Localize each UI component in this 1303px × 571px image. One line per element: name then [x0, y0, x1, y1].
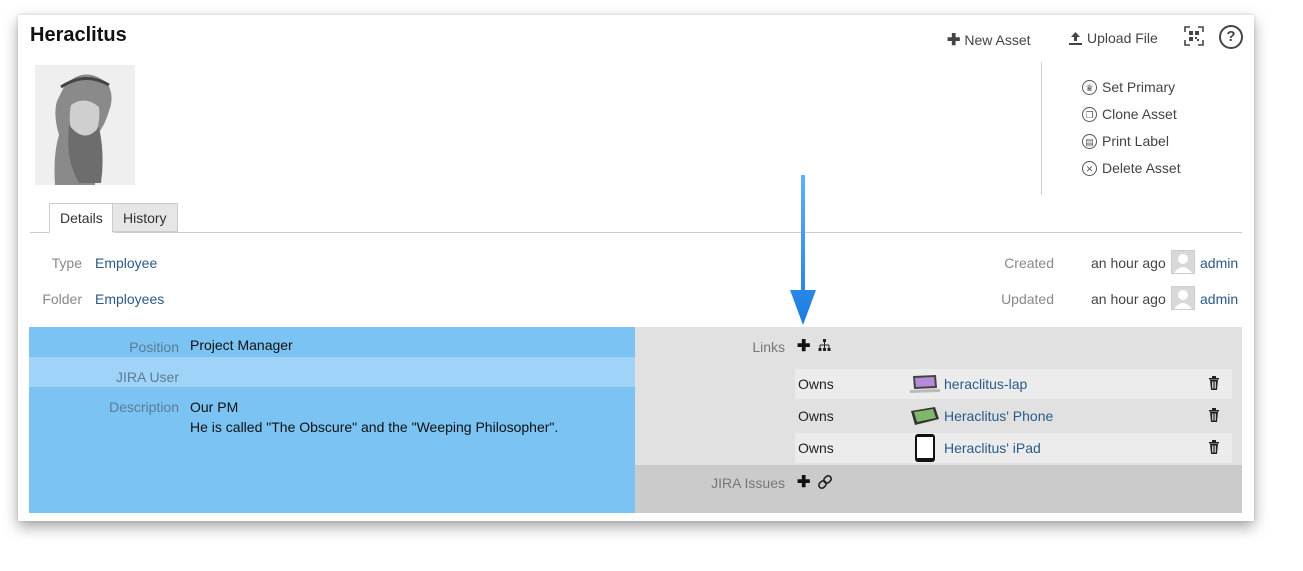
link-icon[interactable] — [817, 474, 833, 490]
clone-asset-label: Clone Asset — [1102, 106, 1177, 122]
linked-asset-link[interactable]: Heraclitus' Phone — [944, 408, 1208, 424]
plus-icon: ✚ — [797, 338, 811, 355]
print-icon: ▤ — [1082, 133, 1097, 149]
add-jira-issue-button[interactable]: ✚ — [797, 472, 810, 492]
qr-scan-icon[interactable] — [1184, 26, 1204, 46]
folder-label: Folder — [42, 291, 82, 307]
close-circle-icon: ✕ — [1082, 160, 1097, 176]
help-icon[interactable]: ? — [1219, 25, 1243, 49]
delete-asset-label: Delete Asset — [1102, 160, 1181, 176]
folder-value-link[interactable]: Employees — [95, 291, 164, 307]
trash-icon[interactable] — [1208, 407, 1222, 425]
tab-details[interactable]: Details — [49, 203, 114, 233]
clone-asset-button[interactable]: ❐ Clone Asset — [1082, 106, 1177, 122]
actions-divider — [1041, 62, 1042, 195]
position-value[interactable]: Project Manager — [190, 337, 293, 353]
updated-user-link[interactable]: admin — [1200, 291, 1238, 307]
asset-card: Heraclitus ✚ New Asset Upload File ? ♛ S… — [18, 15, 1254, 521]
jira-user-label: JIRA User — [115, 369, 179, 385]
new-asset-button[interactable]: ✚ New Asset — [947, 30, 1031, 50]
laptop-thumbnail-icon — [908, 372, 942, 396]
set-primary-button[interactable]: ♛ Set Primary — [1082, 79, 1175, 95]
description-line-1[interactable]: Our PM — [190, 399, 238, 415]
print-label-label: Print Label — [1102, 133, 1169, 149]
linked-asset-link[interactable]: heraclitus-lap — [944, 376, 1208, 392]
created-label: Created — [1004, 255, 1054, 271]
trash-icon[interactable] — [1208, 375, 1222, 393]
type-label: Type — [51, 255, 82, 271]
link-relation: Owns — [798, 376, 834, 392]
phone-thumbnail-icon — [908, 404, 942, 428]
print-label-button[interactable]: ▤ Print Label — [1082, 133, 1169, 149]
crown-icon: ♛ — [1082, 79, 1097, 95]
description-line-2[interactable]: He is called "The Obscure" and the "Weep… — [190, 419, 558, 435]
link-relation: Owns — [798, 440, 834, 456]
trash-icon[interactable] — [1208, 439, 1222, 457]
plus-icon: ✚ — [797, 474, 811, 491]
upload-file-button[interactable]: Upload File — [1068, 30, 1158, 46]
link-relation: Owns — [798, 408, 834, 424]
jira-issues-label: JIRA Issues — [711, 475, 785, 491]
linked-asset-row[interactable]: Owns Heraclitus' iPad — [795, 433, 1232, 463]
tabs-divider — [30, 232, 1242, 233]
tab-history[interactable]: History — [112, 203, 178, 232]
linked-asset-row[interactable]: Owns heraclitus-lap — [795, 369, 1232, 399]
add-link-button[interactable]: ✚ — [797, 336, 810, 356]
updated-label: Updated — [1001, 291, 1054, 307]
page-title: Heraclitus — [30, 24, 127, 46]
plus-icon: ✚ — [947, 32, 961, 49]
copy-icon: ❐ — [1082, 106, 1097, 122]
position-label: Position — [129, 339, 179, 355]
created-time: an hour ago — [1091, 255, 1166, 271]
avatar — [1171, 250, 1195, 274]
description-label: Description — [108, 399, 179, 415]
set-primary-label: Set Primary — [1102, 79, 1176, 95]
annotation-arrow — [790, 175, 816, 325]
avatar — [1171, 286, 1195, 310]
linked-asset-row[interactable]: Owns Heraclitus' Phone — [795, 401, 1232, 431]
links-label: Links — [752, 339, 785, 355]
tablet-thumbnail-icon — [908, 434, 942, 462]
hierarchy-icon[interactable] — [818, 339, 831, 352]
asset-portrait-image — [35, 65, 135, 185]
upload-file-label: Upload File — [1087, 30, 1158, 46]
updated-time: an hour ago — [1091, 291, 1166, 307]
new-asset-label: New Asset — [964, 32, 1031, 48]
created-user-link[interactable]: admin — [1200, 255, 1238, 271]
type-value-link[interactable]: Employee — [95, 255, 157, 271]
delete-asset-button[interactable]: ✕ Delete Asset — [1082, 160, 1181, 176]
linked-asset-link[interactable]: Heraclitus' iPad — [944, 440, 1208, 456]
upload-icon — [1069, 31, 1082, 45]
